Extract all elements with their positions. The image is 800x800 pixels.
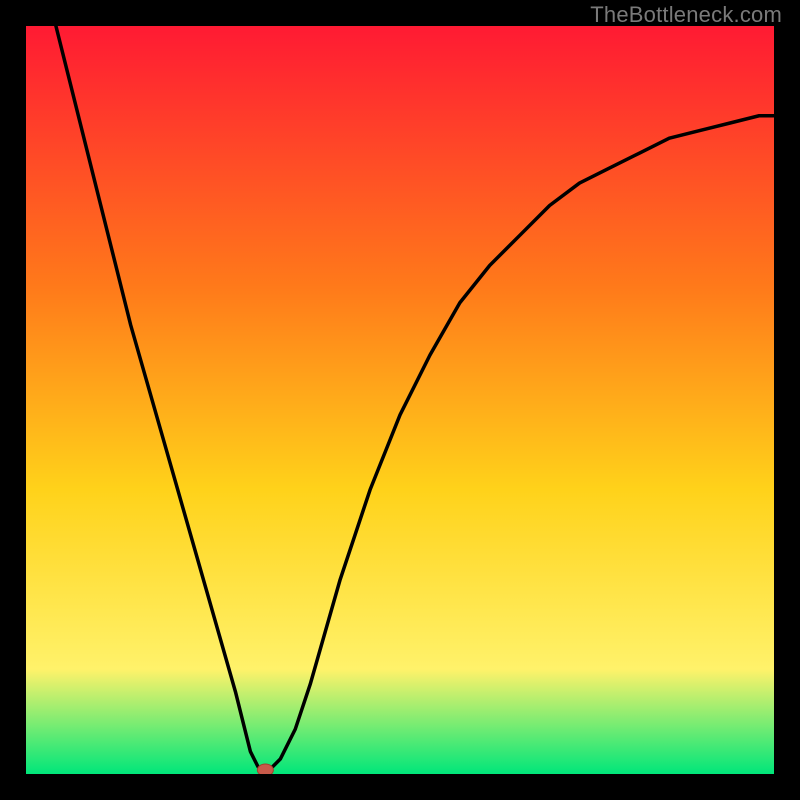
watermark-text: TheBottleneck.com — [590, 2, 782, 28]
outer-frame: TheBottleneck.com — [0, 0, 800, 800]
bottleneck-chart — [26, 26, 774, 774]
optimal-point-marker — [257, 764, 273, 774]
gradient-background — [26, 26, 774, 774]
plot-area — [26, 26, 774, 774]
